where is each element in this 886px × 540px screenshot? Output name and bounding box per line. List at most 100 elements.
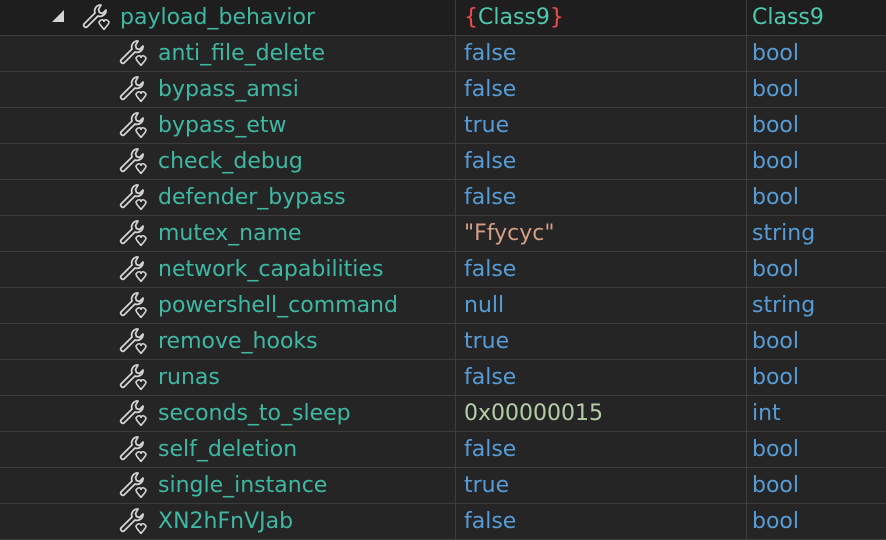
value-cell[interactable]: true	[456, 108, 746, 143]
type-cell: bool	[747, 504, 886, 539]
property-name: remove_hooks	[158, 329, 318, 354]
tree-row-mutex-name[interactable]: mutex_name "Ffycyc" string	[0, 216, 886, 252]
value-cell[interactable]: false	[456, 72, 746, 107]
wrench-property-icon	[119, 436, 147, 463]
value-cell[interactable]: false	[456, 432, 746, 467]
type-text: bool	[752, 41, 799, 66]
name-cell: defender_bypass	[0, 180, 455, 215]
type-cell: string	[747, 288, 886, 323]
locals-watch-grid: payload_behavior {Class9} Class9 anti_fi…	[0, 0, 886, 540]
property-value: false	[464, 257, 517, 282]
type-text: bool	[752, 113, 799, 138]
type-text: bool	[752, 365, 799, 390]
value-class: Class9	[478, 5, 550, 30]
type-text: bool	[752, 437, 799, 462]
value-cell[interactable]: false	[456, 252, 746, 287]
tree-row-anti-file-delete[interactable]: anti_file_delete false bool	[0, 36, 886, 72]
tree-row-single-instance[interactable]: single_instance true bool	[0, 468, 886, 504]
property-value: false	[464, 41, 517, 66]
tree-row-bypass-amsi[interactable]: bypass_amsi false bool	[0, 72, 886, 108]
type-text: string	[752, 221, 816, 246]
tree-row-runas[interactable]: runas false bool	[0, 360, 886, 396]
name-cell: bypass_amsi	[0, 72, 455, 107]
property-name: bypass_etw	[158, 113, 287, 138]
property-value: "Ffycyc"	[464, 221, 555, 246]
name-cell: single_instance	[0, 468, 455, 503]
name-cell: seconds_to_sleep	[0, 396, 455, 431]
type-cell: string	[747, 216, 886, 251]
tree-row-remove-hooks[interactable]: remove_hooks true bool	[0, 324, 886, 360]
tree-row-network-capabilities[interactable]: network_capabilities false bool	[0, 252, 886, 288]
tree-row-defender-bypass[interactable]: defender_bypass false bool	[0, 180, 886, 216]
tree-row-check-debug[interactable]: check_debug false bool	[0, 144, 886, 180]
property-name: defender_bypass	[158, 185, 346, 210]
tree-row-xn2hfnvjab[interactable]: XN2hFnVJab false bool	[0, 504, 886, 540]
property-name: check_debug	[158, 149, 303, 174]
property-name: runas	[158, 365, 220, 390]
name-cell: bypass_etw	[0, 108, 455, 143]
value-cell[interactable]: 0x00000015	[456, 396, 746, 431]
wrench-property-icon	[119, 184, 147, 211]
type-text: bool	[752, 329, 799, 354]
type-cell: bool	[747, 360, 886, 395]
tree-row-bypass-etw[interactable]: bypass_etw true bool	[0, 108, 886, 144]
wrench-property-icon	[119, 364, 147, 391]
tree-row-payload-behavior[interactable]: payload_behavior {Class9} Class9	[0, 0, 886, 36]
type-text: bool	[752, 473, 799, 498]
type-text: bool	[752, 185, 799, 210]
type-cell: bool	[747, 180, 886, 215]
value-cell[interactable]: null	[456, 288, 746, 323]
type-cell: bool	[747, 432, 886, 467]
value-cell[interactable]: false	[456, 360, 746, 395]
value-cell[interactable]: false	[456, 144, 746, 179]
name-cell: powershell_command	[0, 288, 455, 323]
type-text: Class9	[752, 5, 824, 30]
expanded-triangle-icon[interactable]	[50, 8, 66, 24]
property-value: 0x00000015	[464, 401, 603, 426]
type-text: bool	[752, 257, 799, 282]
property-name: self_deletion	[158, 437, 298, 462]
wrench-property-icon	[119, 292, 147, 319]
value-cell[interactable]: false	[456, 180, 746, 215]
tree-row-seconds-to-sleep[interactable]: seconds_to_sleep 0x00000015 int	[0, 396, 886, 432]
property-value: false	[464, 185, 517, 210]
name-cell: remove_hooks	[0, 324, 455, 359]
property-name: powershell_command	[158, 293, 398, 318]
value-cell[interactable]: true	[456, 468, 746, 503]
value-cell[interactable]: false	[456, 36, 746, 71]
tree-row-powershell-command[interactable]: powershell_command null string	[0, 288, 886, 324]
property-value: null	[464, 293, 505, 318]
brace-close: }	[549, 5, 564, 30]
name-cell: runas	[0, 360, 455, 395]
name-cell: anti_file_delete	[0, 36, 455, 71]
property-name: XN2hFnVJab	[158, 509, 294, 534]
type-text: int	[752, 401, 781, 426]
type-cell: bool	[747, 144, 886, 179]
property-name: network_capabilities	[158, 257, 384, 282]
type-cell: bool	[747, 468, 886, 503]
value-cell[interactable]: {Class9}	[456, 0, 746, 35]
wrench-property-icon	[119, 148, 147, 175]
value-cell[interactable]: true	[456, 324, 746, 359]
type-text: bool	[752, 77, 799, 102]
property-value: false	[464, 509, 517, 534]
property-name: payload_behavior	[120, 5, 316, 30]
property-name: single_instance	[158, 473, 328, 498]
property-value: false	[464, 365, 517, 390]
name-cell: mutex_name	[0, 216, 455, 251]
value-cell[interactable]: false	[456, 504, 746, 539]
property-name: mutex_name	[158, 221, 302, 246]
value-cell[interactable]: "Ffycyc"	[456, 216, 746, 251]
property-value: true	[464, 473, 510, 498]
type-cell: bool	[747, 72, 886, 107]
tree-row-self-deletion[interactable]: self_deletion false bool	[0, 432, 886, 468]
property-value: false	[464, 437, 517, 462]
type-cell: bool	[747, 108, 886, 143]
property-value: false	[464, 77, 517, 102]
property-value: true	[464, 113, 510, 138]
wrench-property-icon	[119, 400, 147, 427]
name-cell: network_capabilities	[0, 252, 455, 287]
wrench-property-icon	[82, 4, 110, 31]
property-value: true	[464, 329, 510, 354]
wrench-property-icon	[119, 256, 147, 283]
